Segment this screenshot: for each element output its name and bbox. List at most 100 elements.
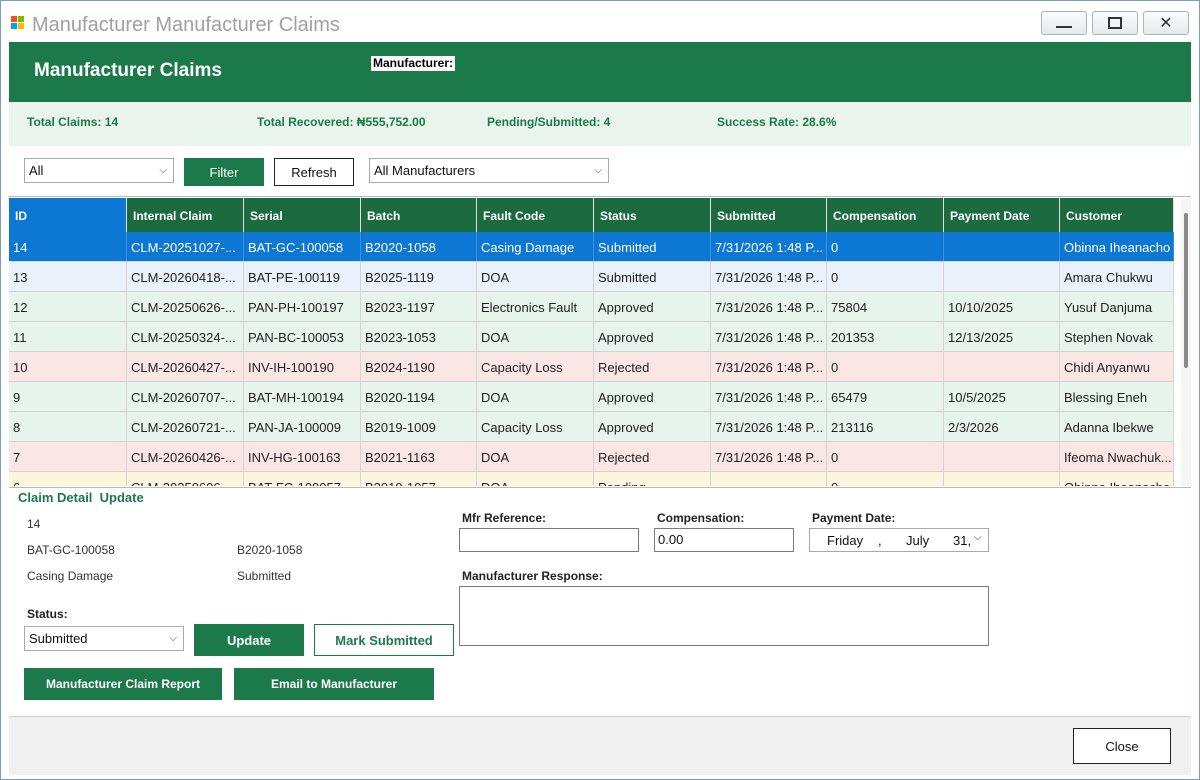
- app-window: Manufacturer Manufacturer Claims ✕ Manuf…: [0, 0, 1200, 780]
- column-header-payment-date[interactable]: Payment Date: [944, 198, 1060, 232]
- cell-submitted: 7/31/2026 1:48 P...: [711, 442, 827, 471]
- maximize-button[interactable]: [1092, 11, 1138, 35]
- claims-grid[interactable]: ID Internal Claim Serial Batch Fault Cod…: [9, 196, 1191, 486]
- status-select-value: Submitted: [29, 631, 88, 646]
- cell-submitted: 7/31/2026 1:48 P...: [711, 262, 827, 291]
- minimize-button[interactable]: [1041, 11, 1087, 35]
- chevron-down-icon: ⌵: [594, 165, 602, 176]
- cell-status: Rejected: [594, 442, 711, 471]
- column-header-status[interactable]: Status: [594, 198, 711, 232]
- cell-customer: Blessing Eneh: [1060, 382, 1174, 411]
- close-button[interactable]: Close: [1073, 728, 1171, 764]
- cell-fault-code: Electronics Fault: [477, 292, 594, 321]
- table-row[interactable]: 11 CLM-20250324-... PAN-BC-100053 B2023-…: [9, 322, 1174, 352]
- cell-internal-claim: CLM-20250324-...: [127, 322, 244, 351]
- chevron-down-icon[interactable]: ⌵: [974, 532, 982, 543]
- cell-batch: B2025-1119: [361, 262, 477, 291]
- table-row[interactable]: 10 CLM-20260427-... INV-IH-100190 B2024-…: [9, 352, 1174, 382]
- cell-status: Approved: [594, 382, 711, 411]
- cell-payment-date: [944, 352, 1060, 381]
- table-row[interactable]: 7 CLM-20260426-... INV-HG-100163 B2021-1…: [9, 442, 1174, 472]
- status-select[interactable]: Submitted ⌵: [24, 626, 184, 651]
- cell-internal-claim: CLM-20250606-...: [127, 472, 244, 486]
- cell-serial: PAN-BC-100053: [244, 322, 361, 351]
- payment-date-day: Friday: [827, 533, 864, 548]
- payment-date-comma: ,: [878, 533, 882, 548]
- mfr-reference-input[interactable]: [459, 528, 639, 552]
- cell-serial: BAT-PE-100119: [244, 262, 361, 291]
- detail-fault: Casing Damage: [27, 569, 114, 583]
- cell-status: Submitted: [594, 232, 711, 261]
- cell-payment-date: 12/13/2025: [944, 322, 1060, 351]
- cell-status: Approved: [594, 292, 711, 321]
- table-row[interactable]: 6 CLM-20250606-... BAT-FC-100057 B2019-1…: [9, 472, 1174, 486]
- manufacturer-response-textarea[interactable]: [459, 586, 989, 646]
- column-header-id[interactable]: ID: [9, 198, 127, 232]
- column-header-fault-code[interactable]: Fault Code: [477, 198, 594, 232]
- update-button[interactable]: Update: [194, 624, 304, 656]
- manufacturer-claim-report-button[interactable]: Manufacturer Claim Report: [24, 668, 222, 700]
- cell-submitted: 7/31/2026 1:48 P...: [711, 382, 827, 411]
- cell-internal-claim: CLM-20260427-...: [127, 352, 244, 381]
- refresh-button[interactable]: Refresh: [274, 158, 354, 186]
- column-header-batch[interactable]: Batch: [361, 198, 477, 232]
- filter-button[interactable]: Filter: [184, 158, 264, 186]
- cell-customer: Obinna Iheanacho: [1060, 472, 1174, 486]
- cell-internal-claim: CLM-20260707-...: [127, 382, 244, 411]
- close-window-button[interactable]: ✕: [1143, 11, 1189, 35]
- page-title: Manufacturer Claims: [34, 60, 222, 81]
- table-row[interactable]: 14 CLM-20251027-... BAT-GC-100058 B2020-…: [9, 232, 1174, 262]
- cell-compensation: 213116: [827, 412, 944, 441]
- column-header-serial[interactable]: Serial: [244, 198, 361, 232]
- manufacturer-label: Manufacturer:: [371, 56, 456, 71]
- cell-customer: Chidi Anyanwu: [1060, 352, 1174, 381]
- scrollbar-thumb[interactable]: [1184, 213, 1188, 368]
- column-header-submitted[interactable]: Submitted: [711, 198, 827, 232]
- status-filter-select[interactable]: All ⌵: [24, 158, 174, 183]
- cell-status: Rejected: [594, 352, 711, 381]
- chevron-down-icon: ⌵: [169, 633, 177, 644]
- grid-body: 14 CLM-20251027-... BAT-GC-100058 B2020-…: [9, 232, 1174, 486]
- cell-fault-code: Casing Damage: [477, 232, 594, 261]
- stat-total-recovered: Total Recovered: ₦555,752.00: [257, 115, 426, 129]
- grid-scrollbar[interactable]: [1181, 197, 1191, 486]
- cell-submitted: [711, 472, 827, 486]
- cell-payment-date: 2/3/2026: [944, 412, 1060, 441]
- table-row[interactable]: 8 CLM-20260721-... PAN-JA-100009 B2019-1…: [9, 412, 1174, 442]
- cell-batch: B2021-1163: [361, 442, 477, 471]
- minimize-icon: [1056, 26, 1072, 28]
- cell-status: Approved: [594, 412, 711, 441]
- payment-date-label: Payment Date:: [812, 511, 896, 525]
- cell-payment-date: [944, 262, 1060, 291]
- table-row[interactable]: 12 CLM-20250626-... PAN-PH-100197 B2023-…: [9, 292, 1174, 322]
- cell-id: 6: [9, 472, 127, 486]
- compensation-input[interactable]: 0.00: [654, 528, 794, 552]
- cell-fault-code: DOA: [477, 442, 594, 471]
- mark-submitted-button[interactable]: Mark Submitted: [314, 624, 454, 656]
- cell-fault-code: DOA: [477, 472, 594, 486]
- cell-serial: PAN-PH-100197: [244, 292, 361, 321]
- column-header-compensation[interactable]: Compensation: [827, 198, 944, 232]
- cell-compensation: 0: [827, 262, 944, 291]
- cell-customer: Amara Chukwu: [1060, 262, 1174, 291]
- status-filter-value: All: [29, 163, 44, 178]
- cell-submitted: 7/31/2026 1:48 P...: [711, 322, 827, 351]
- table-row[interactable]: 9 CLM-20260707-... BAT-MH-100194 B2020-1…: [9, 382, 1174, 412]
- cell-compensation: 65479: [827, 382, 944, 411]
- cell-fault-code: DOA: [477, 262, 594, 291]
- detail-heading-update: Update: [99, 490, 144, 505]
- email-manufacturer-button[interactable]: Email to Manufacturer: [234, 668, 434, 700]
- cell-serial: INV-HG-100163: [244, 442, 361, 471]
- stat-pending: Pending/Submitted: 4: [487, 115, 611, 129]
- column-header-customer[interactable]: Customer: [1060, 198, 1174, 232]
- column-header-internal-claim[interactable]: Internal Claim: [127, 198, 244, 232]
- cell-internal-claim: CLM-20251027-...: [127, 232, 244, 261]
- payment-date-picker[interactable]: Friday , July 31, ⌵: [809, 528, 989, 552]
- cell-status: Pending: [594, 472, 711, 486]
- grid-header: ID Internal Claim Serial Batch Fault Cod…: [9, 198, 1174, 232]
- detail-batch: B2020-1058: [237, 543, 303, 557]
- page-header: Manufacturer Claims Manufacturer:: [9, 42, 1191, 102]
- manufacturer-filter-select[interactable]: All Manufacturers ⌵: [369, 158, 609, 183]
- cell-internal-claim: CLM-20260418-...: [127, 262, 244, 291]
- table-row[interactable]: 13 CLM-20260418-... BAT-PE-100119 B2025-…: [9, 262, 1174, 292]
